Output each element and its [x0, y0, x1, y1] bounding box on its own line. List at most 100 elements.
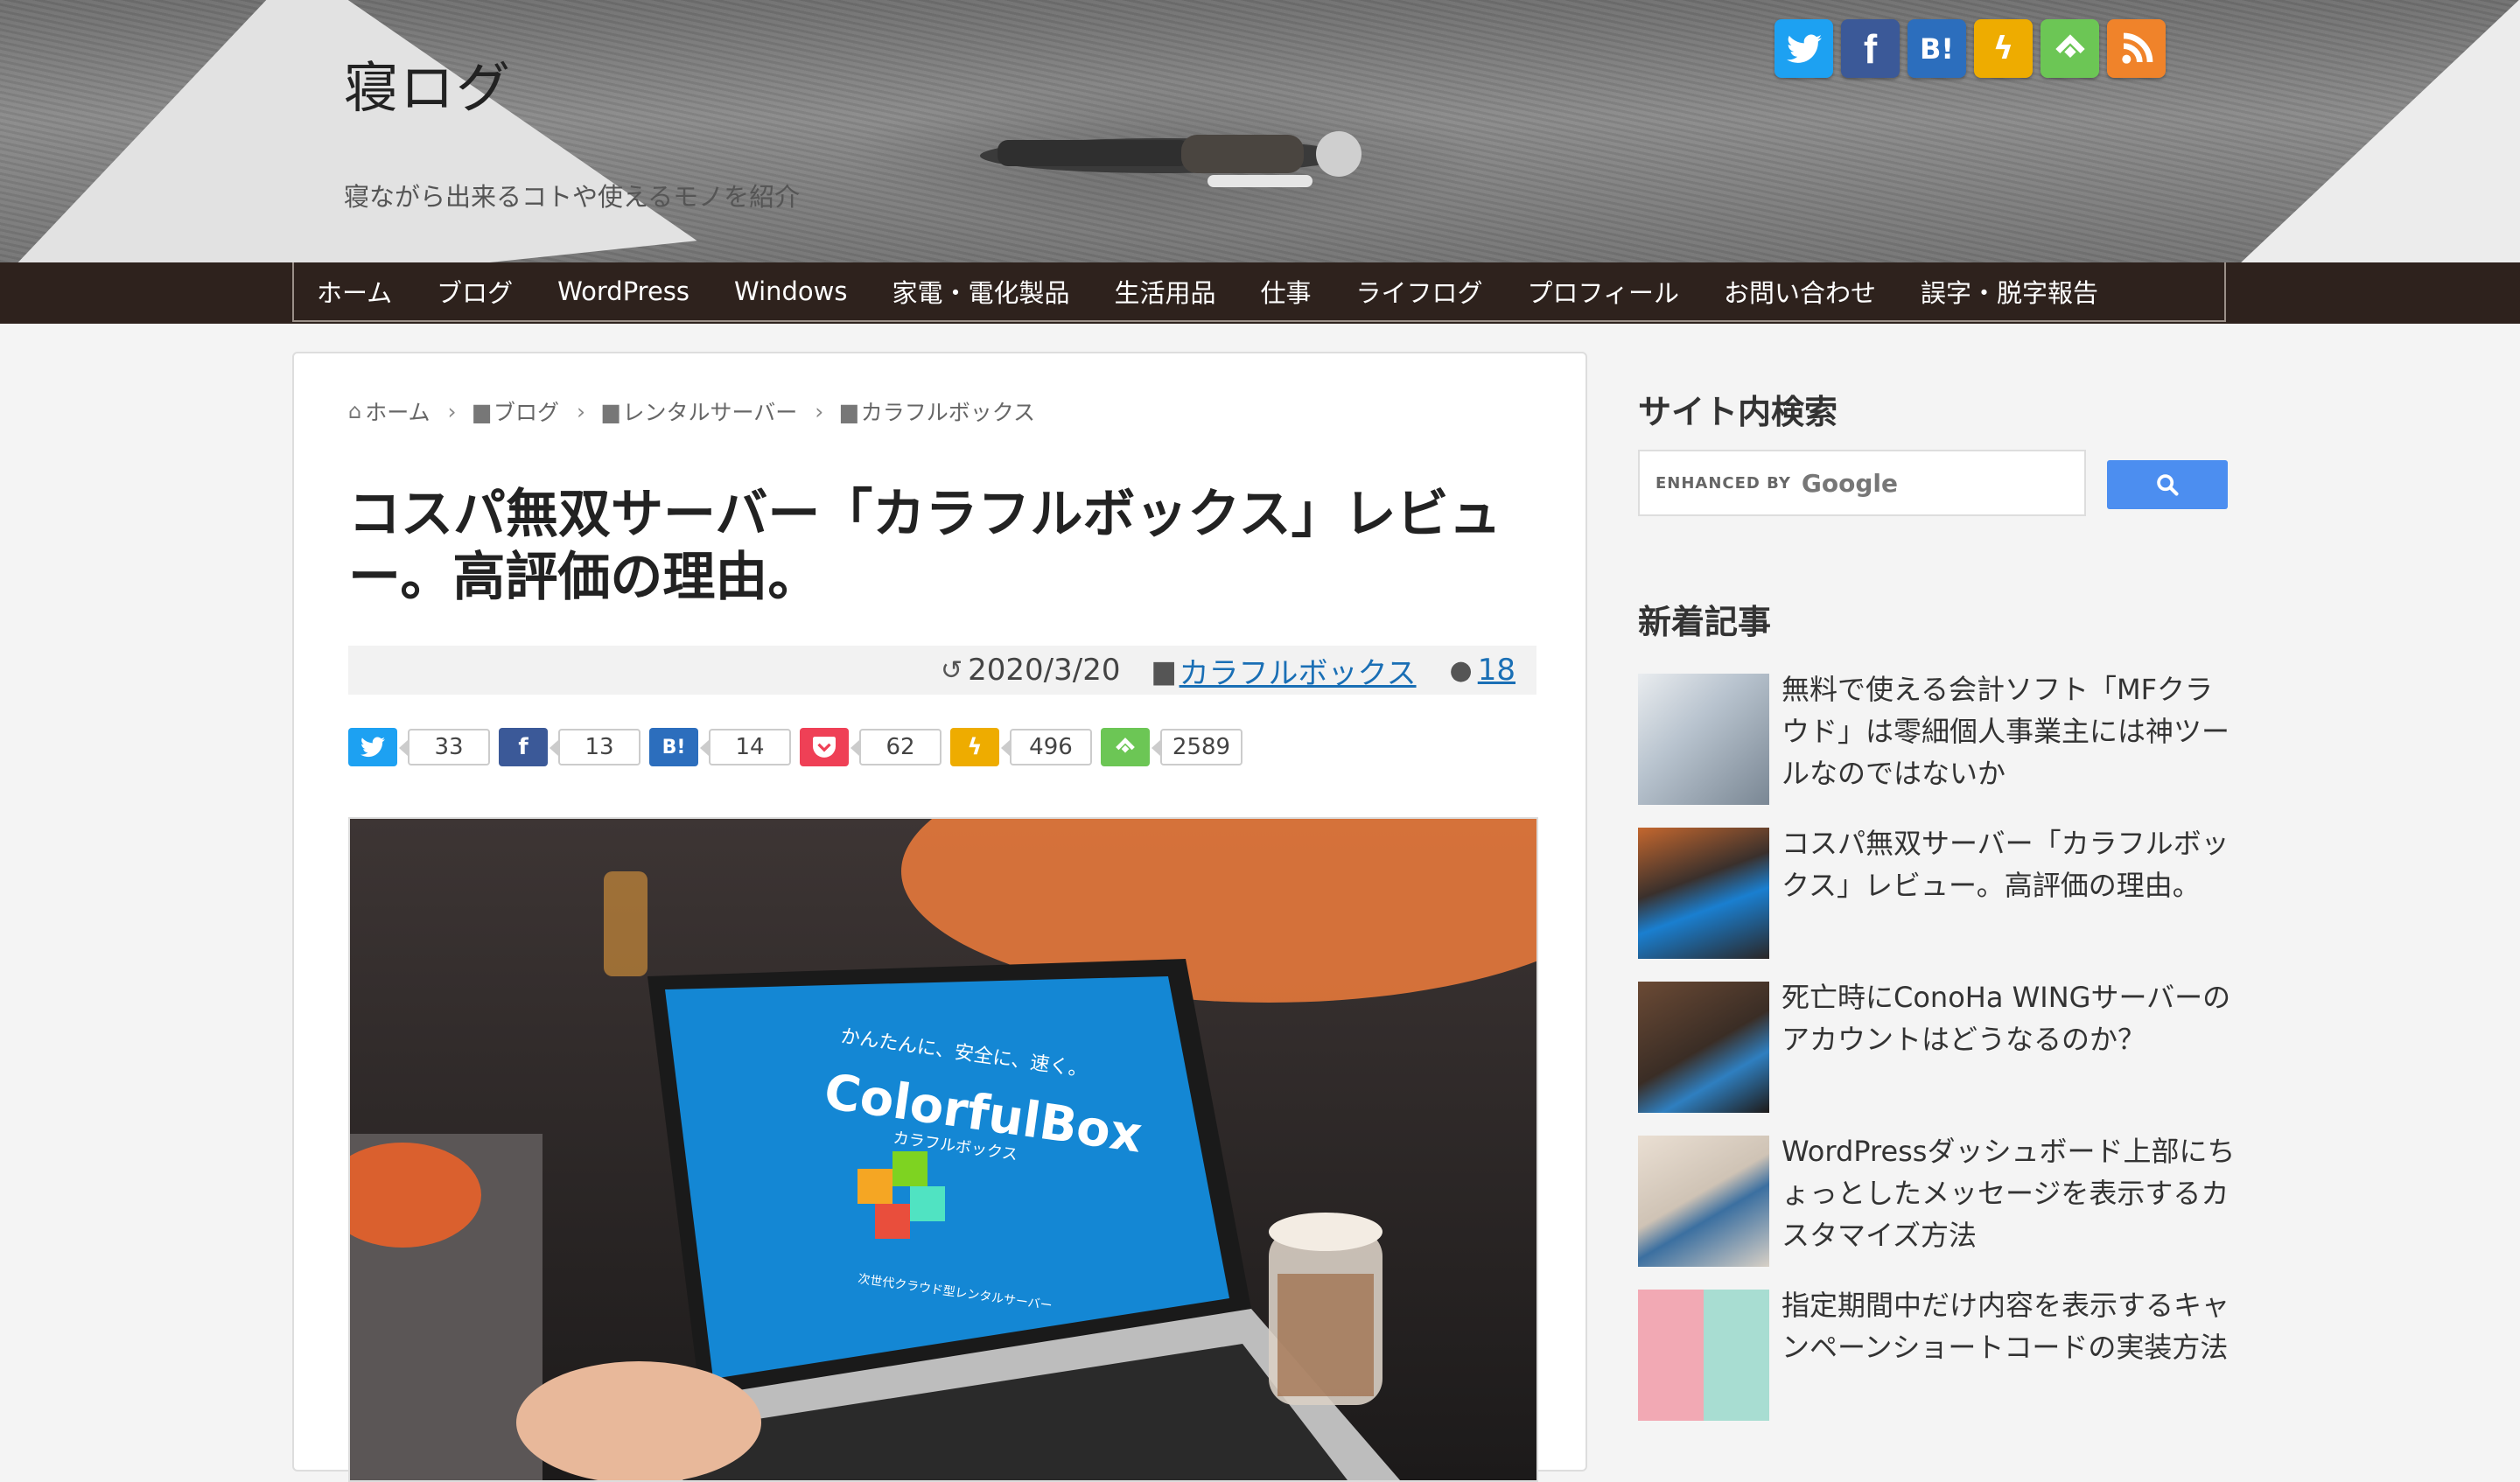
folder-icon: ▆	[602, 399, 620, 423]
twitter-follow-button[interactable]	[1774, 19, 1833, 78]
article-category: ▆ カラフルボックス	[1153, 649, 1416, 692]
post-thumbnail	[1638, 674, 1769, 805]
comment-icon: ●	[1449, 654, 1473, 686]
breadcrumb-home[interactable]: ⌂ ホーム	[348, 395, 430, 427]
recent-post-item[interactable]: コスパ無双サーバー「カラフルボックス」レビュー。高評価の理由。	[1638, 827, 2233, 959]
global-nav: ホーム ブログ WordPress Windows 家電・電化製品 生活用品 仕…	[0, 262, 2520, 324]
article-comments: ● 18	[1450, 653, 1516, 688]
hatena-icon: B!	[649, 728, 698, 766]
feedly-button[interactable]	[2040, 19, 2099, 78]
twitter-icon	[1786, 34, 1822, 63]
breadcrumb-rental-server[interactable]: ▆ レンタルサーバー	[603, 395, 797, 427]
share-count: 496	[1001, 729, 1092, 765]
article-title: コスパ無双サーバー「カラフルボックス」レビュー。高評価の理由。	[348, 484, 1502, 608]
share-twitter[interactable]: 33	[348, 728, 490, 766]
search-widget-heading: サイト内検索	[1638, 393, 1838, 431]
search-button[interactable]	[2107, 460, 2228, 509]
facebook-follow-button[interactable]: f	[1841, 19, 1900, 78]
google-logo: Google	[1801, 468, 1898, 498]
recent-posts-heading: 新着記事	[1638, 603, 1772, 641]
recent-post-item[interactable]: 死亡時にConoHa WINGサーバーのアカウントはどうなるのか？	[1638, 981, 2233, 1113]
category-link[interactable]: カラフルボックス	[1180, 649, 1417, 692]
breadcrumb-label: カラフルボックス	[860, 400, 1035, 425]
post-thumbnail	[1638, 1290, 1769, 1421]
date-text: 2020/3/20	[968, 653, 1121, 688]
breadcrumb-label: レンタルサーバー	[622, 400, 798, 425]
share-buttons: 33 f 13 B! 14 62 ϟ 496 2589	[348, 728, 1242, 766]
nav-item-typo-report[interactable]: 誤字・脱字報告	[1921, 273, 2098, 310]
facebook-icon: f	[1863, 25, 1878, 72]
post-title: 無料で使える会計ソフト「MFクラウド」は零細個人事業主には神ツールなのではないか	[1782, 673, 2230, 790]
post-title: 指定期間中だけ内容を表示するキャンペーンショートコードの実装方法	[1782, 1289, 2230, 1364]
folder-icon: ▆	[473, 399, 490, 423]
nav-item-work[interactable]: 仕事	[1261, 273, 1312, 310]
share-count: 62	[850, 729, 942, 765]
home-icon: ⌂	[348, 399, 362, 423]
share-count: 33	[399, 729, 490, 765]
push7-button[interactable]: ϟ	[1974, 19, 2033, 78]
facebook-icon: f	[499, 728, 548, 766]
share-count: 14	[700, 729, 791, 765]
recent-post-item[interactable]: 無料で使える会計ソフト「MFクラウド」は零細個人事業主には神ツールなのではないか	[1638, 673, 2233, 805]
folder-icon: ▆	[1153, 654, 1174, 686]
site-header: 寝ログ 寝ながら出来るコトや使えるモノを紹介 f B! ϟ	[0, 0, 2520, 262]
site-tagline: 寝ながら出来るコトや使えるモノを紹介	[344, 182, 801, 212]
share-hatena[interactable]: B! 14	[649, 728, 791, 766]
tent-right-decoration	[2222, 0, 2520, 262]
laptop-illustration: かんたんに、安全に、速く。 ColorfulBox カラフルボックス 次世代クラ…	[350, 819, 1536, 1480]
chevron-right-icon: ›	[447, 398, 457, 424]
recent-post-item[interactable]: WordPressダッシュボード上部にちょっとしたメッセージを表示するカスタマイ…	[1638, 1135, 2235, 1267]
feedly-icon	[1101, 728, 1150, 766]
nav-item-windows[interactable]: Windows	[734, 276, 847, 306]
nav-item-contact[interactable]: お問い合わせ	[1724, 273, 1876, 310]
social-buttons: f B! ϟ	[1774, 19, 2166, 78]
breadcrumb-blog[interactable]: ▆ ブログ	[474, 395, 559, 427]
recent-post-item[interactable]: 指定期間中だけ内容を表示するキャンペーンショートコードの実装方法	[1638, 1289, 2233, 1421]
nav-item-profile[interactable]: プロフィール	[1528, 273, 1679, 310]
rss-icon	[2121, 32, 2152, 64]
article-card: ⌂ ホーム › ▆ ブログ › ▆ レンタルサーバー › ▆ カラフルボックス コスパ無…	[292, 352, 1587, 1482]
nav-item-daily-goods[interactable]: 生活用品	[1115, 273, 1216, 310]
pocket-icon	[800, 728, 849, 766]
lightning-icon: ϟ	[950, 728, 999, 766]
enhanced-by-label: ENHANCED BY	[1656, 473, 1791, 493]
breadcrumb-label: ホーム	[365, 400, 430, 425]
post-thumbnail	[1638, 828, 1769, 959]
nav-item-lifelog[interactable]: ライフログ	[1356, 273, 1483, 310]
tent-left-decoration	[0, 0, 697, 262]
share-count: 2589	[1152, 729, 1242, 765]
rss-button[interactable]	[2107, 19, 2166, 78]
search-icon	[2157, 474, 2179, 496]
post-title: コスパ無双サーバー「カラフルボックス」レビュー。高評価の理由。	[1782, 827, 2230, 902]
post-title: WordPressダッシュボード上部にちょっとしたメッセージを表示するカスタマイ…	[1782, 1135, 2236, 1252]
sleeping-person-image	[980, 131, 1362, 187]
lightning-icon: ϟ	[1992, 31, 2014, 66]
share-feedly[interactable]: 2589	[1101, 728, 1242, 766]
article-date: ↺ 2020/3/20	[941, 653, 1120, 688]
folder-icon: ▆	[841, 399, 858, 423]
search-input[interactable]: ENHANCED BY Google	[1638, 450, 2086, 516]
site-title[interactable]: 寝ログ	[344, 44, 512, 122]
share-push7[interactable]: ϟ 496	[950, 728, 1092, 766]
chevron-right-icon: ›	[815, 398, 824, 424]
share-facebook[interactable]: f 13	[499, 728, 640, 766]
breadcrumb: ⌂ ホーム › ▆ ブログ › ▆ レンタルサーバー › ▆ カラフルボックス	[348, 395, 1035, 427]
post-thumbnail	[1638, 982, 1769, 1113]
chevron-right-icon: ›	[576, 398, 585, 424]
share-count: 13	[550, 729, 640, 765]
post-thumbnail	[1638, 1136, 1769, 1267]
share-pocket[interactable]: 62	[800, 728, 942, 766]
nav-item-appliances[interactable]: 家電・電化製品	[892, 273, 1069, 310]
post-title: 死亡時にConoHa WINGサーバーのアカウントはどうなるのか？	[1782, 981, 2231, 1056]
featured-image[interactable]: かんたんに、安全に、速く。 ColorfulBox カラフルボックス 次世代クラ…	[348, 817, 1538, 1482]
twitter-icon	[348, 728, 397, 766]
nav-item-wordpress[interactable]: WordPress	[557, 276, 690, 306]
nav-item-blog[interactable]: ブログ	[437, 273, 513, 310]
nav-item-home[interactable]: ホーム	[317, 273, 392, 310]
breadcrumb-colorfulbox[interactable]: ▆ カラフルボックス	[841, 395, 1035, 427]
feedly-icon	[2054, 33, 2085, 58]
comments-link[interactable]: 18	[1478, 653, 1516, 688]
hatena-bookmark-button[interactable]: B!	[1908, 19, 1966, 78]
history-icon: ↺	[941, 654, 963, 686]
hatena-icon: B!	[1920, 31, 1954, 66]
